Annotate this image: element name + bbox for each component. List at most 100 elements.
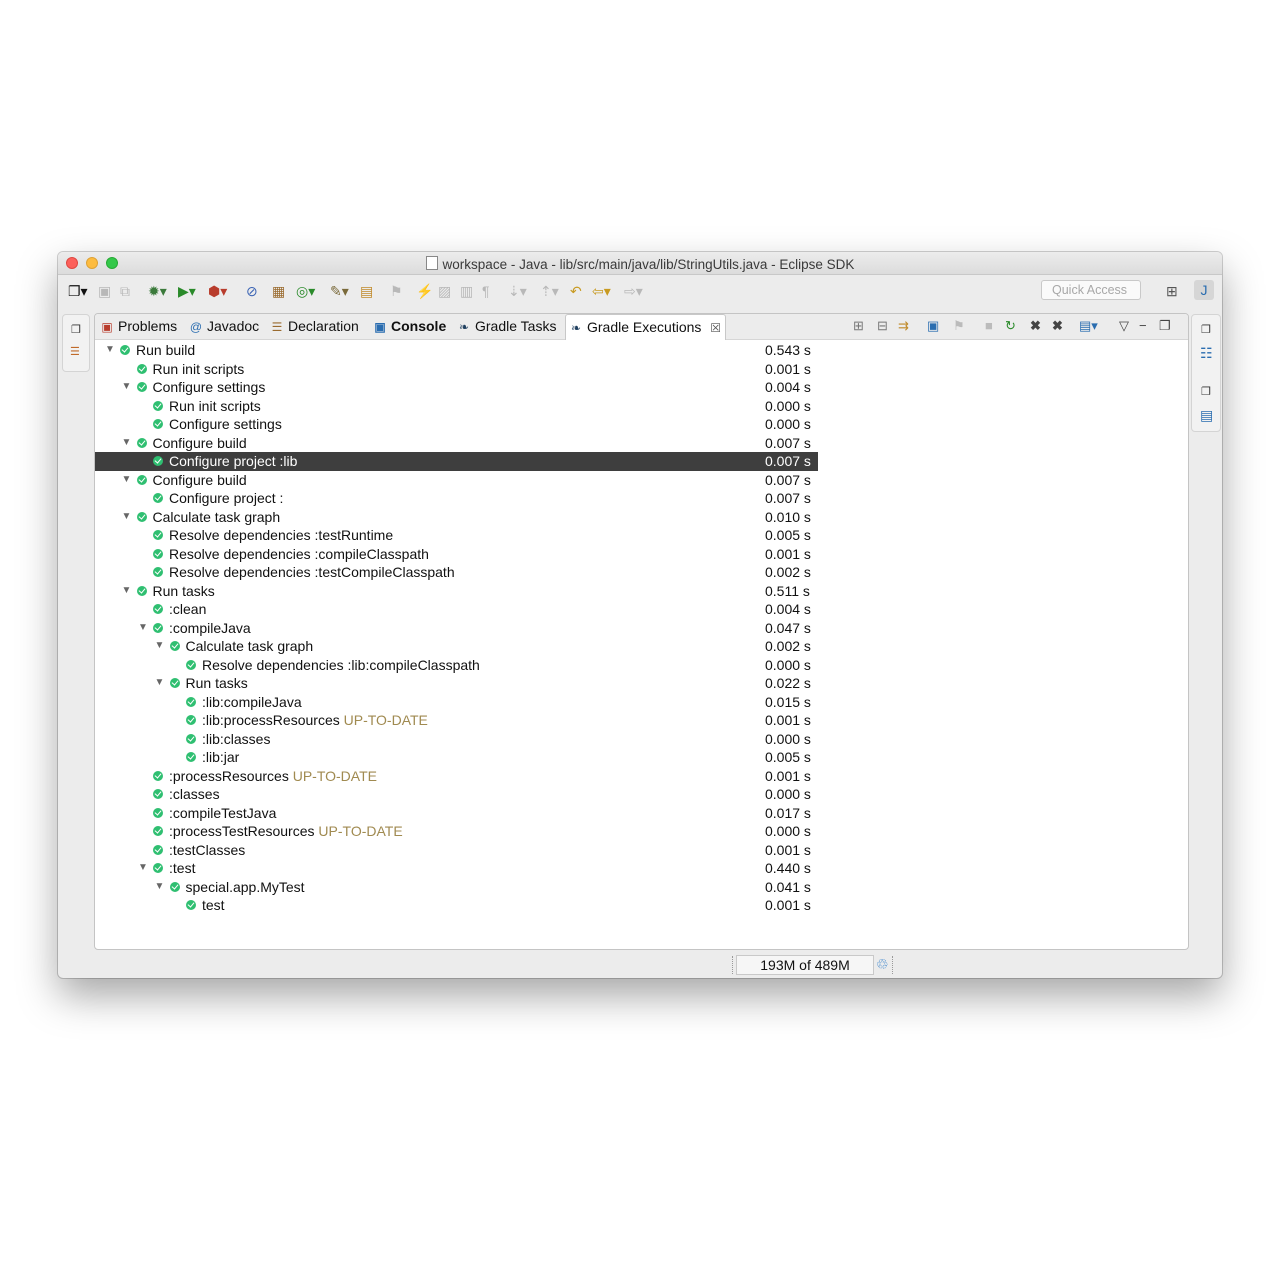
maximize-icon[interactable]: ❐ xyxy=(1159,319,1171,333)
block-selection-icon[interactable]: ▨ xyxy=(438,283,451,299)
save-icon[interactable]: ▣ xyxy=(98,283,111,299)
rerun-icon[interactable]: ↻ xyxy=(1005,319,1016,333)
tab-console[interactable]: ▣ Console xyxy=(372,314,446,339)
tree-row[interactable]: :lib:jar 0.005 s xyxy=(95,748,1188,767)
tree-row[interactable]: ▼ Run tasks 0.022 s xyxy=(95,674,1188,693)
quick-access-field[interactable]: Quick Access xyxy=(1041,280,1141,300)
tree-row[interactable]: Resolve dependencies :compileClasspath 0.… xyxy=(95,545,1188,564)
trim-grip[interactable] xyxy=(892,956,895,974)
remove-icon[interactable]: ✖ xyxy=(1030,319,1041,333)
tab-gradle-tasks[interactable]: ❧ Gradle Tasks xyxy=(456,314,556,339)
tree-row[interactable]: ▼ Configure build 0.007 s xyxy=(95,434,1188,453)
outline-icon[interactable]: ☷ xyxy=(1200,345,1213,362)
tree-row[interactable]: Run init scripts 0.000 s xyxy=(95,397,1188,416)
tree-row[interactable]: ▼:test 0.440 s xyxy=(95,859,1188,878)
forward-icon[interactable]: ⇨▾ xyxy=(624,283,643,299)
show-whitespace-icon[interactable]: ¶ xyxy=(482,283,490,299)
expand-arrow-icon[interactable]: ▼ xyxy=(155,878,165,897)
expand-arrow-icon[interactable]: ▼ xyxy=(105,341,115,360)
operation-name: :processResources xyxy=(169,767,289,784)
tree-row[interactable]: ▼ Configure build 0.007 s xyxy=(95,471,1188,490)
open-type-icon[interactable]: ✎▾ xyxy=(330,283,349,299)
tree-row[interactable]: ▼ Configure settings 0.004 s xyxy=(95,378,1188,397)
expand-arrow-icon[interactable]: ▼ xyxy=(122,471,132,490)
tree-row[interactable]: Resolve dependencies :lib:compileClasspa… xyxy=(95,656,1188,675)
tree-row[interactable]: Configure project :lib 0.007 s xyxy=(95,452,818,471)
new-java-package-icon[interactable]: ▦ xyxy=(272,283,285,299)
new-java-class-icon[interactable]: ◎▾ xyxy=(296,283,315,299)
tree-row[interactable]: Configure settings 0.000 s xyxy=(95,415,1188,434)
open-perspective-icon[interactable]: ⊞ xyxy=(1166,283,1178,299)
expand-arrow-icon[interactable]: ▼ xyxy=(155,674,165,693)
tree-row[interactable]: :lib:compileJava 0.015 s xyxy=(95,693,1188,712)
save-all-icon[interactable]: ⧉ xyxy=(120,283,130,299)
tree-row[interactable]: Configure project : 0.007 s xyxy=(95,489,1188,508)
package-explorer-icon[interactable]: ☰ xyxy=(70,345,80,358)
tree-row[interactable]: test 0.001 s xyxy=(95,896,1188,915)
restore-icon[interactable]: ❐ xyxy=(1201,323,1211,336)
filter-icon[interactable]: ⇉ xyxy=(898,319,909,333)
previous-annotation-icon[interactable]: ⇡▾ xyxy=(540,283,559,299)
success-check-icon xyxy=(153,456,163,466)
view-menu-icon[interactable]: ▽ xyxy=(1119,319,1129,333)
search-icon[interactable]: ⚑ xyxy=(390,283,403,299)
new-wizard-icon[interactable]: ❐▾ xyxy=(68,283,88,299)
next-annotation-icon[interactable]: ⇣▾ xyxy=(508,283,527,299)
tree-row[interactable]: :clean 0.004 s xyxy=(95,600,1188,619)
expand-arrow-icon[interactable]: ▼ xyxy=(122,508,132,527)
back-icon[interactable]: ⇦▾ xyxy=(592,283,611,299)
operation-label: Resolve dependencies :compileClasspath xyxy=(169,545,429,564)
restore-icon[interactable]: ❐ xyxy=(71,323,81,336)
display-selected-icon[interactable]: ▤▾ xyxy=(1079,319,1098,333)
tab-problems[interactable]: ▣ Problems xyxy=(99,314,177,339)
expand-arrow-icon[interactable]: ▼ xyxy=(155,637,165,656)
collapse-all-icon[interactable]: ⊟ xyxy=(877,319,888,333)
java-perspective-icon[interactable]: J xyxy=(1194,280,1214,300)
restore-icon[interactable]: ❐ xyxy=(1201,385,1211,398)
expand-arrow-icon[interactable]: ▼ xyxy=(138,619,148,638)
tree-row[interactable]: Resolve dependencies :testRuntime 0.005 s xyxy=(95,526,1188,545)
show-console-icon[interactable]: ▣ xyxy=(927,319,939,333)
duration-value: 0.004 s xyxy=(765,601,811,617)
debug-icon[interactable]: ✹▾ xyxy=(148,283,167,299)
expand-all-icon[interactable]: ⊞ xyxy=(853,319,864,333)
tree-row[interactable]: Resolve dependencies :testCompileClasspa… xyxy=(95,563,1188,582)
tree-row[interactable]: :lib:processResources UP-TO-DATE 0.001 s xyxy=(95,711,1188,730)
expand-arrow-icon[interactable]: ▼ xyxy=(138,859,148,878)
skip-breakpoints-icon[interactable]: ⊘ xyxy=(246,283,258,299)
tree-row[interactable]: :testClasses 0.001 s xyxy=(95,841,1188,860)
expand-arrow-icon[interactable]: ▼ xyxy=(122,434,132,453)
tree-row[interactable]: ▼ Calculate task graph 0.010 s xyxy=(95,508,1188,527)
run-icon[interactable]: ▶▾ xyxy=(178,283,196,299)
tree-row[interactable]: ▼ special.app.MyTest 0.041 s xyxy=(95,878,1188,897)
tree-row[interactable]: Run init scripts 0.001 s xyxy=(95,360,1188,379)
tree-row[interactable]: :compileTestJava 0.017 s xyxy=(95,804,1188,823)
trim-grip[interactable] xyxy=(732,956,735,974)
tab-declaration[interactable]: ☰ Declaration xyxy=(269,314,359,339)
open-folder-icon[interactable]: ▤ xyxy=(360,283,373,299)
garbage-collect-icon[interactable]: ♲ xyxy=(876,956,889,973)
remove-all-icon[interactable]: ✖ xyxy=(1052,319,1063,333)
tree-row[interactable]: :lib:classes 0.000 s xyxy=(95,730,1188,749)
task-list-icon[interactable]: ▤ xyxy=(1200,407,1213,424)
tree-row[interactable]: :processTestResources UP-TO-DATE 0.000 s xyxy=(95,822,1188,841)
tree-row[interactable]: ▼ Run tasks 0.511 s xyxy=(95,582,1188,601)
word-wrap-icon[interactable]: ▥ xyxy=(460,283,473,299)
tree-row[interactable]: ▼:compileJava 0.047 s xyxy=(95,619,1188,638)
minimize-icon[interactable]: − xyxy=(1139,319,1147,333)
tree-row[interactable]: :classes 0.000 s xyxy=(95,785,1188,804)
tree-row[interactable]: :processResources UP-TO-DATE 0.001 s xyxy=(95,767,1188,786)
stop-icon[interactable]: ■ xyxy=(985,319,993,333)
tab-javadoc[interactable]: @ Javadoc xyxy=(188,314,259,339)
tree-row[interactable]: ▼ Calculate task graph 0.002 s xyxy=(95,637,1188,656)
last-edit-icon[interactable]: ↶ xyxy=(570,283,582,299)
close-icon[interactable]: ☒ xyxy=(710,321,721,335)
expand-arrow-icon[interactable]: ▼ xyxy=(122,582,132,601)
toggle-mark-icon[interactable]: ⚡ xyxy=(416,283,433,299)
operation-name: Run init scripts xyxy=(152,360,245,377)
tab-gradle-executions[interactable]: ❧ Gradle Executions ☒ xyxy=(565,314,726,340)
tree-row[interactable]: ▼ Run build 0.543 s xyxy=(95,341,1188,360)
expand-arrow-icon[interactable]: ▼ xyxy=(122,378,132,397)
pin-icon[interactable]: ⚑ xyxy=(953,319,965,333)
external-tools-icon[interactable]: ⬢▾ xyxy=(208,283,227,299)
